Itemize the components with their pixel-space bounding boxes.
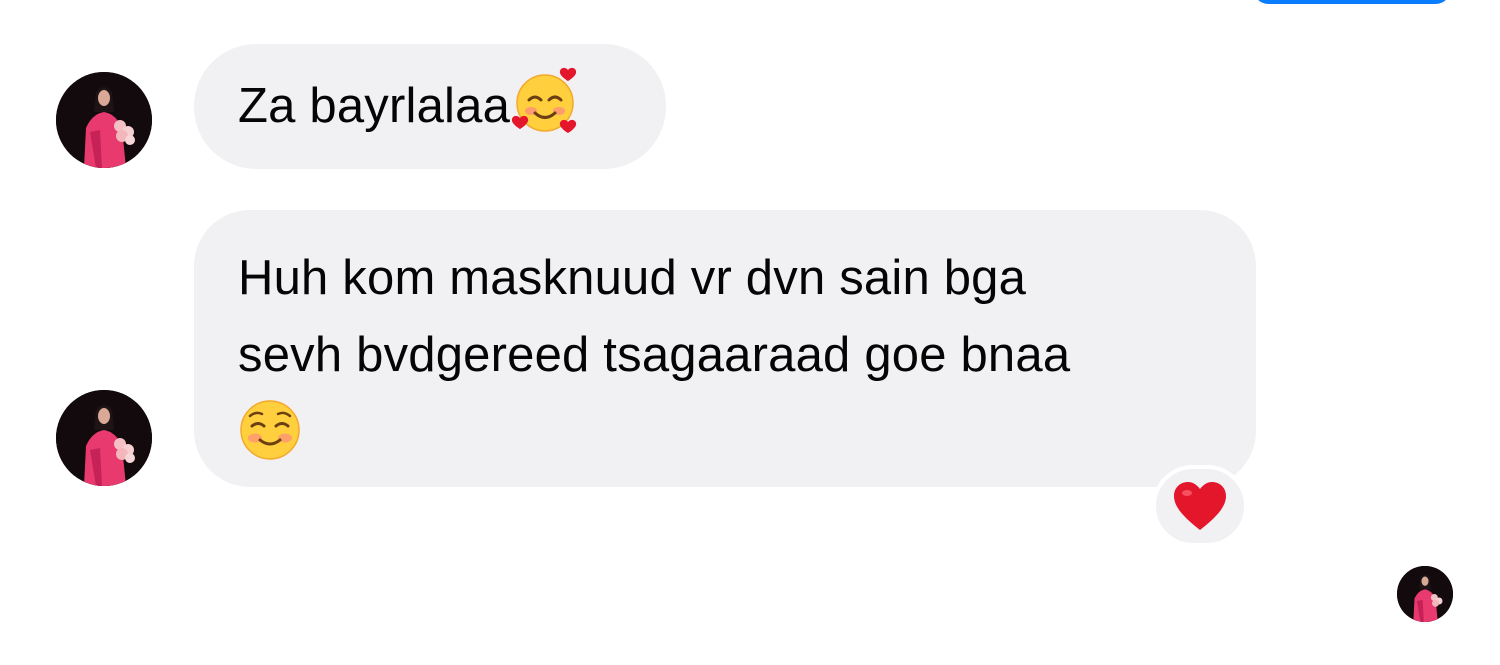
- sender-avatar[interactable]: [56, 72, 152, 168]
- message-text-line: Huh kom masknuud vr dvn sain bga: [238, 251, 1027, 305]
- sender-avatar[interactable]: [56, 390, 152, 486]
- incoming-message-bubble[interactable]: Huh kom masknuud vr dvn sain bga sevh bv…: [194, 210, 1256, 487]
- incoming-message-bubble[interactable]: Za bayrlalaa: [194, 44, 666, 169]
- chat-thread: Za bayrlalaa Huh kom masknuud vr dvn sai…: [0, 0, 1500, 665]
- outgoing-message-bubble-edge[interactable]: [1252, 0, 1452, 4]
- avatar-photo: [56, 390, 152, 486]
- reaction-badge[interactable]: [1152, 465, 1248, 547]
- avatar-photo: [56, 72, 152, 168]
- message-text: Za bayrlalaa: [238, 79, 511, 133]
- smiling-face-icon: [238, 394, 1216, 471]
- avatar-photo: [1397, 566, 1453, 622]
- message-text-line: sevh bvdgereed tsagaaraad goe bnaa: [238, 328, 1071, 382]
- read-receipt-avatar: [1397, 566, 1453, 622]
- red-heart-icon: [1174, 482, 1226, 530]
- smiling-face-with-hearts-icon: [510, 66, 580, 136]
